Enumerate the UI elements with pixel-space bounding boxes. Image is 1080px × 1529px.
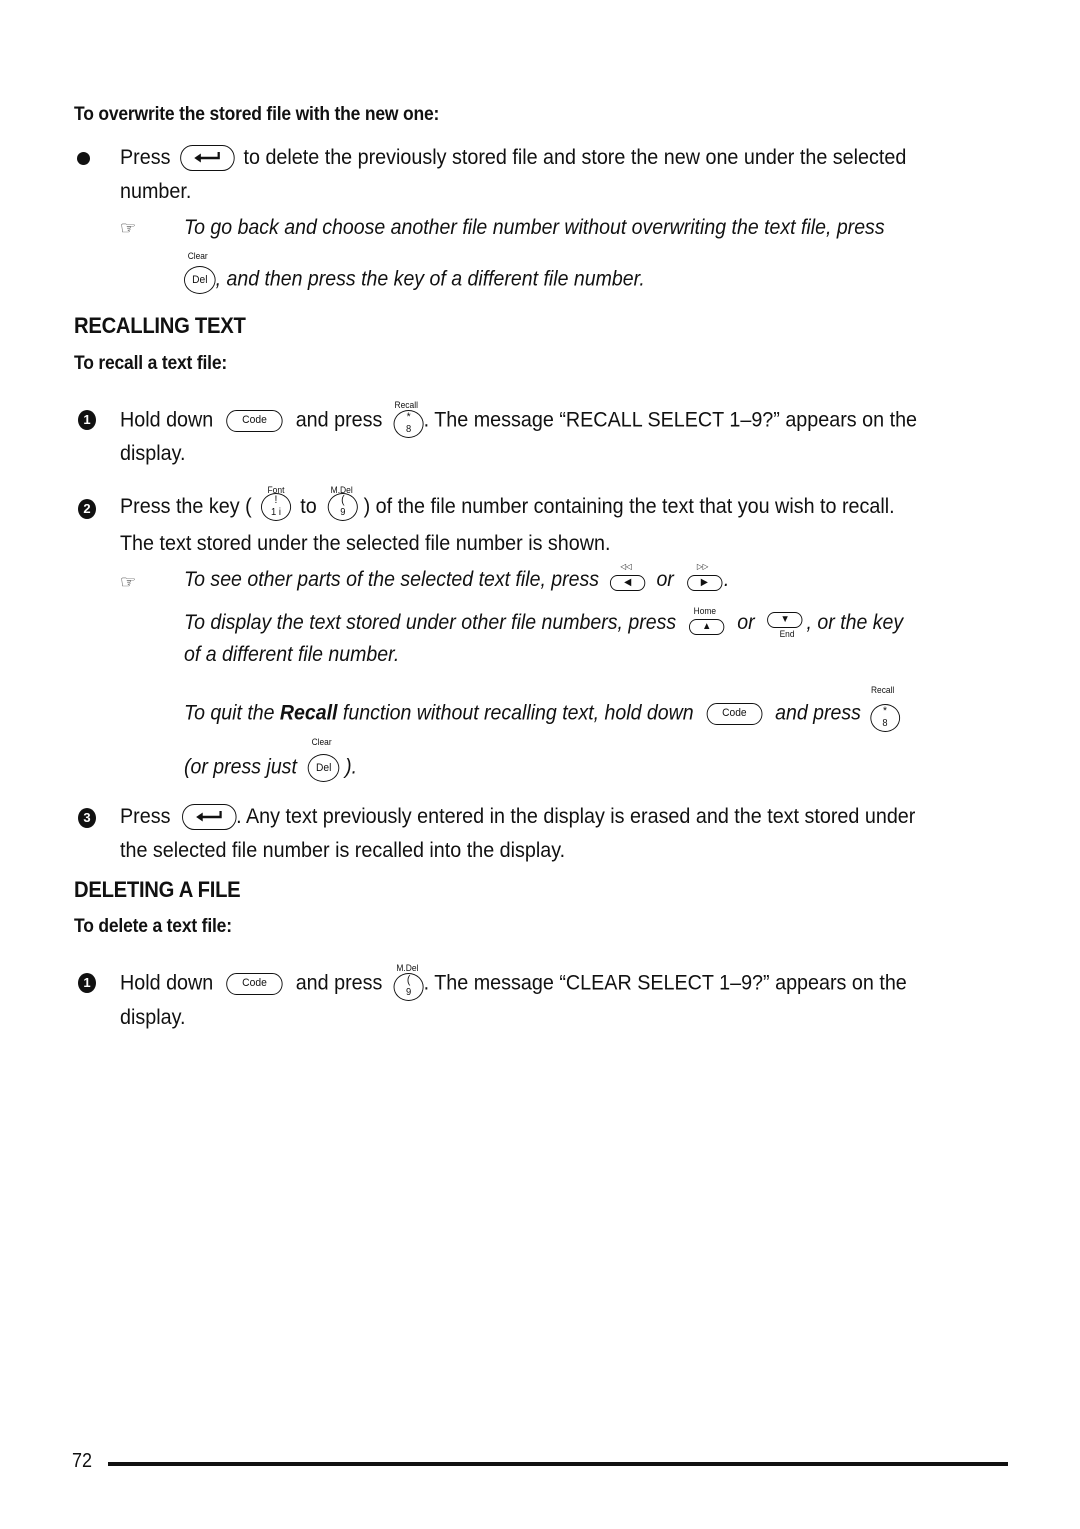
note3-text-mid: function without recalling text, hold do… xyxy=(342,701,694,725)
enter-key xyxy=(179,145,235,172)
mdel-9-key: M.Del ( 9 xyxy=(327,485,358,522)
hand-pointer-icon: ☞ xyxy=(120,218,137,238)
enter-arrow-icon xyxy=(195,811,222,822)
key-symbol-9: 9 xyxy=(405,987,412,998)
recall-step2-line2: The text stored under the selected file … xyxy=(120,532,611,555)
text-press: Press xyxy=(120,146,171,169)
recall-note2-line1: To display the text stored under other f… xyxy=(184,606,904,639)
key-symbol-paren: ( xyxy=(341,494,345,507)
enter-arrow-icon xyxy=(193,152,220,163)
recall-note4: (or press just Clear Del ). xyxy=(184,737,358,782)
key-symbol-exclaim: ! xyxy=(274,494,278,507)
left-arrow-icon: ◀ xyxy=(624,577,632,589)
key-symbol-star: * xyxy=(882,705,887,717)
text-and-press: and press xyxy=(295,971,383,995)
recalling-subheading: To recall a text file: xyxy=(74,353,228,374)
right-arrow-key: ▷▷ ▶ xyxy=(686,562,723,592)
recall-step1-line1: Hold down Code and press Recall * 8 . Th… xyxy=(120,400,918,438)
code-key: Code xyxy=(226,973,283,995)
step-number-1-icon: 1 xyxy=(78,410,96,430)
key-symbol-star: * xyxy=(406,411,411,423)
home-up-key: Home ▲ xyxy=(689,606,725,636)
deleting-heading: DELETING A FILE xyxy=(74,877,241,902)
overwrite-bullet-line1: Press to delete the previously stored fi… xyxy=(120,144,906,172)
key-symbol-9: 9 xyxy=(340,507,346,519)
text-hold-down: Hold down xyxy=(120,971,214,995)
enter-key xyxy=(181,804,237,831)
key-caption-end: End xyxy=(779,629,795,640)
text-press: Press xyxy=(120,805,171,828)
recall-8-key: Recall * 8 xyxy=(870,685,900,732)
right-arrow-icon: ▶ xyxy=(700,577,708,589)
recall-note3: To quit the Recall function without reca… xyxy=(184,685,900,732)
recalling-heading: RECALLING TEXT xyxy=(74,313,246,338)
hand-pointer-icon: ☞ xyxy=(120,572,137,592)
step-number-2-icon: 2 xyxy=(78,499,96,519)
key-caption-rewind: ◁◁ xyxy=(620,562,632,572)
recall-step3-line1: Press . Any text previously entered in t… xyxy=(120,803,915,831)
overwrite-note-line1: To go back and choose another file numbe… xyxy=(184,216,885,239)
step-number-1-icon: 1 xyxy=(78,973,96,993)
note2-text: To display the text stored under other f… xyxy=(184,611,677,634)
note1-period: . xyxy=(723,568,730,591)
delete-step1-message: . The message “CLEAR SELECT 1–9?” appear… xyxy=(423,971,907,995)
key-caption-forward: ▷▷ xyxy=(696,562,709,572)
overwrite-bullet-line2: number. xyxy=(120,180,192,203)
text-hold-down: Hold down xyxy=(120,408,214,432)
key-caption-clear: Clear xyxy=(187,251,208,261)
recall-step2-line1: Press the key ( Font ! 1 i to M.Del ( 9 … xyxy=(120,485,895,522)
key-symbol-8: 8 xyxy=(882,718,888,729)
down-arrow-icon: ▼ xyxy=(780,614,790,626)
text-and-press: and press xyxy=(775,701,861,725)
recall-step1-line2: display. xyxy=(120,442,186,465)
code-key: Code xyxy=(706,703,763,725)
left-arrow-key: ◁◁ ◀ xyxy=(610,562,646,592)
key-symbol-1i: 1 i xyxy=(270,507,281,519)
manual-page: To overwrite the stored file with the ne… xyxy=(0,0,1080,1529)
overwrite-bullet-text: to delete the previously stored file and… xyxy=(243,146,907,169)
key-symbol-paren: ( xyxy=(406,974,411,986)
delete-step1-line2: display. xyxy=(120,1006,186,1029)
del-key: Clear Del xyxy=(184,251,216,294)
overwrite-note-line2: Clear Del , and then press the key of a … xyxy=(184,251,645,294)
recall-note1: To see other parts of the selected text … xyxy=(184,562,730,592)
note1-text: To see other parts of the selected text … xyxy=(184,568,600,591)
bullet-icon xyxy=(77,152,90,165)
overwrite-heading: To overwrite the stored file with the ne… xyxy=(74,104,440,125)
text-or: or xyxy=(737,611,755,634)
footer-rule xyxy=(108,1462,1008,1466)
text-press-the-key: Press the key ( xyxy=(120,495,252,518)
up-arrow-icon: ▲ xyxy=(702,621,712,633)
key-symbol-8: 8 xyxy=(405,424,412,435)
note4-text-end: ). xyxy=(345,755,358,779)
del-key: Clear Del xyxy=(307,737,340,782)
deleting-subheading: To delete a text file: xyxy=(74,916,232,937)
mdel-9-key: M.Del ( 9 xyxy=(393,963,424,1001)
overwrite-note-text2: , and then press the key of a different … xyxy=(215,267,645,291)
key-caption-recall: Recall xyxy=(870,685,895,695)
note3-text-pre: To quit the xyxy=(184,701,275,725)
key-label-del: Del xyxy=(316,762,332,774)
key-caption-clear: Clear xyxy=(311,737,332,747)
key-caption-home: Home xyxy=(693,606,717,617)
text-to: to xyxy=(300,495,317,518)
recall-note2-line2: of a different file number. xyxy=(184,643,400,666)
code-key: Code xyxy=(226,410,283,432)
text-or: or xyxy=(656,568,674,591)
end-down-key: End ▼ xyxy=(767,612,803,639)
note4-text: (or press just xyxy=(184,755,297,779)
page-number: 72 xyxy=(72,1450,93,1472)
delete-step1-line1: Hold down Code and press M.Del ( 9 . The… xyxy=(120,963,907,1001)
font-1-key: Font ! 1 i xyxy=(260,485,291,522)
recall-step3-line2: the selected file number is recalled int… xyxy=(120,839,566,862)
key-label-del: Del xyxy=(192,274,208,286)
recall-step2-text: ) of the file number containing the text… xyxy=(363,495,895,518)
text-and-press: and press xyxy=(295,408,383,432)
note2-text-end: , or the key xyxy=(806,611,904,634)
recall-step1-message: . The message “RECALL SELECT 1–9?” appea… xyxy=(423,408,918,432)
recall-step3-text: . Any text previously entered in the dis… xyxy=(236,805,916,828)
note3-bold-recall: Recall xyxy=(279,701,338,725)
recall-8-key: Recall * 8 xyxy=(393,400,424,438)
step-number-3-icon: 3 xyxy=(78,808,96,828)
